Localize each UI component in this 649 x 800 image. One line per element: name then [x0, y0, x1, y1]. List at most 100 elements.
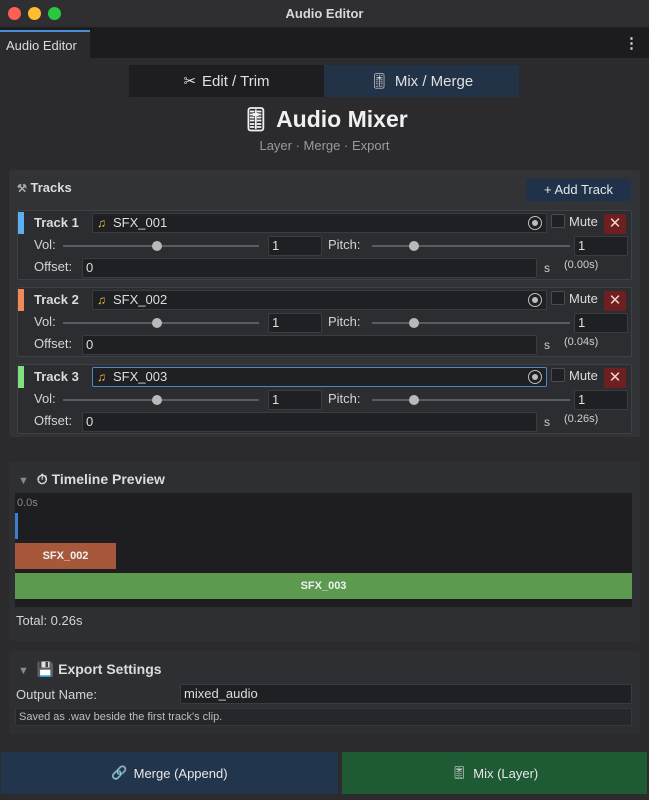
volume-slider-handle[interactable]	[152, 241, 163, 251]
volume-input[interactable]: 1	[268, 313, 322, 333]
volume-slider[interactable]	[63, 395, 259, 405]
clip-name: SFX_003	[113, 369, 168, 384]
output-name-input[interactable]: mixed_audio	[180, 684, 632, 704]
volume-slider[interactable]	[63, 241, 259, 251]
music-note-icon: ♫	[97, 216, 106, 230]
mute-label: Mute	[569, 368, 598, 383]
offset-input[interactable]: 0	[82, 258, 537, 278]
music-note-icon: ♫	[97, 370, 106, 384]
pitch-slider-handle[interactable]	[408, 241, 419, 251]
offset-unit: s	[544, 338, 550, 352]
volume-slider[interactable]	[63, 318, 259, 328]
clip-select-field[interactable]: ♫ SFX_002	[92, 290, 547, 310]
offset-input[interactable]: 0	[82, 335, 537, 355]
pitch-slider-handle[interactable]	[408, 395, 419, 405]
mix-layer-button[interactable]: 🎚 Mix (Layer)	[342, 752, 647, 794]
pitch-input[interactable]: 1	[574, 390, 628, 410]
computed-offset: (0.04s)	[564, 336, 599, 348]
target-picker-icon[interactable]	[528, 370, 542, 384]
offset-unit: s	[544, 261, 550, 275]
timeline-clip-sfx-002[interactable]: SFX_002	[15, 543, 116, 569]
mix-layer-label: Mix (Layer)	[473, 765, 539, 781]
timeline-clip-sfx-001[interactable]	[15, 513, 18, 539]
pitch-label: Pitch:	[328, 237, 361, 252]
collapse-triangle-icon: ▼	[18, 475, 29, 487]
export-heading[interactable]: ▼ 💾 Export Settings	[18, 661, 162, 678]
pitch-label: Pitch:	[328, 391, 361, 406]
pitch-slider[interactable]	[372, 318, 570, 328]
tab-audio-editor[interactable]: Audio Editor	[0, 30, 90, 58]
pitch-slider[interactable]	[372, 395, 570, 405]
timeline-view: 0.0s SFX_002 SFX_003	[15, 493, 632, 607]
pitch-slider[interactable]	[372, 241, 570, 251]
delete-track-button[interactable]: ✕	[604, 291, 626, 311]
timeline-start-tick: 0.0s	[17, 497, 38, 509]
save-icon: 💾	[36, 661, 55, 677]
computed-offset: (0.26s)	[564, 413, 599, 425]
window-title: Audio Editor	[285, 6, 364, 21]
track-name: Track 3	[34, 369, 79, 384]
computed-offset: (0.00s)	[564, 259, 599, 271]
mute-checkbox[interactable]	[551, 214, 565, 228]
pitch-input[interactable]: 1	[574, 236, 628, 256]
export-heading-text: Export Settings	[58, 661, 162, 677]
target-picker-icon[interactable]	[528, 293, 542, 307]
track-color-swatch	[18, 212, 24, 234]
track-row: Track 3 ♫ SFX_003 Mute ✕ Vol: 1 Pitch: 1 Offset: 0…	[17, 364, 632, 434]
clip-name: SFX_002	[113, 292, 168, 307]
mode-switcher: ✂ Edit / Trim 🎚 Mix / Merge	[129, 65, 519, 97]
delete-track-button[interactable]: ✕	[604, 214, 626, 234]
timeline-heading[interactable]: ▼ ⏱ Timeline Preview	[18, 471, 165, 488]
merge-append-button[interactable]: 🔗 Merge (Append)	[1, 752, 338, 794]
collapse-triangle-icon: ▼	[18, 665, 29, 677]
more-options-icon[interactable]: ⋮	[624, 34, 639, 52]
tracks-heading: ⚒ Tracks	[17, 180, 72, 195]
mute-label: Mute	[569, 291, 598, 306]
clip-select-field[interactable]: ♫ SFX_003	[92, 367, 547, 387]
page-title: 🎚 Audio Mixer	[0, 106, 649, 133]
offset-unit: s	[544, 415, 550, 429]
pitch-slider-handle[interactable]	[408, 318, 419, 328]
volume-label: Vol:	[34, 314, 56, 329]
timeline-total: Total: 0.26s	[16, 613, 83, 628]
offset-label: Offset:	[34, 259, 73, 274]
mute-checkbox[interactable]	[551, 291, 565, 305]
track-color-swatch	[18, 289, 24, 311]
link-icon: 🔗	[111, 765, 128, 780]
mix-merge-mode-button[interactable]: 🎚 Mix / Merge	[324, 65, 519, 97]
page-title-text: Audio Mixer	[276, 106, 408, 132]
delete-track-button[interactable]: ✕	[604, 368, 626, 388]
stopwatch-icon: ⏱	[36, 471, 48, 487]
offset-input[interactable]: 0	[82, 412, 537, 432]
clip-name: SFX_001	[113, 215, 168, 230]
volume-input[interactable]: 1	[268, 390, 322, 410]
track-row: Track 1 ♫ SFX_001 Mute ✕ Vol: 1 Pitch: 1 Offset: 0…	[17, 210, 632, 280]
timeline-heading-text: Timeline Preview	[51, 471, 165, 487]
track-name: Track 2	[34, 292, 79, 307]
mute-label: Mute	[569, 214, 598, 229]
pitch-input[interactable]: 1	[574, 313, 628, 333]
volume-label: Vol:	[34, 237, 56, 252]
mute-checkbox[interactable]	[551, 368, 565, 382]
clip-select-field[interactable]: ♫ SFX_001	[92, 213, 547, 233]
tracks-heading-text: Tracks	[30, 180, 72, 195]
volume-input[interactable]: 1	[268, 236, 322, 256]
merge-append-label: Merge (Append)	[133, 765, 228, 781]
volume-slider-handle[interactable]	[152, 395, 163, 405]
page-subtitle: Layer · Merge · Export	[259, 138, 390, 153]
scissors-icon: ✂	[183, 73, 197, 90]
title-bar: Audio Editor	[0, 0, 649, 28]
target-picker-icon[interactable]	[528, 216, 542, 230]
output-name-label: Output Name:	[16, 687, 97, 702]
export-note: Saved as .wav beside the first track's c…	[15, 708, 632, 726]
add-track-button[interactable]: + Add Track	[526, 179, 631, 201]
track-color-swatch	[18, 366, 24, 388]
edit-trim-mode-button[interactable]: ✂ Edit / Trim	[129, 65, 324, 97]
edit-trim-label: Edit / Trim	[202, 72, 270, 90]
track-name: Track 1	[34, 215, 79, 230]
mixer-icon: 🎚	[450, 765, 468, 780]
volume-slider-handle[interactable]	[152, 318, 163, 328]
timeline-panel: ▼ ⏱ Timeline Preview 0.0s SFX_002 SFX_00…	[9, 461, 640, 641]
mixer-title-icon: 🎚	[241, 106, 271, 132]
timeline-clip-sfx-003[interactable]: SFX_003	[15, 573, 632, 599]
